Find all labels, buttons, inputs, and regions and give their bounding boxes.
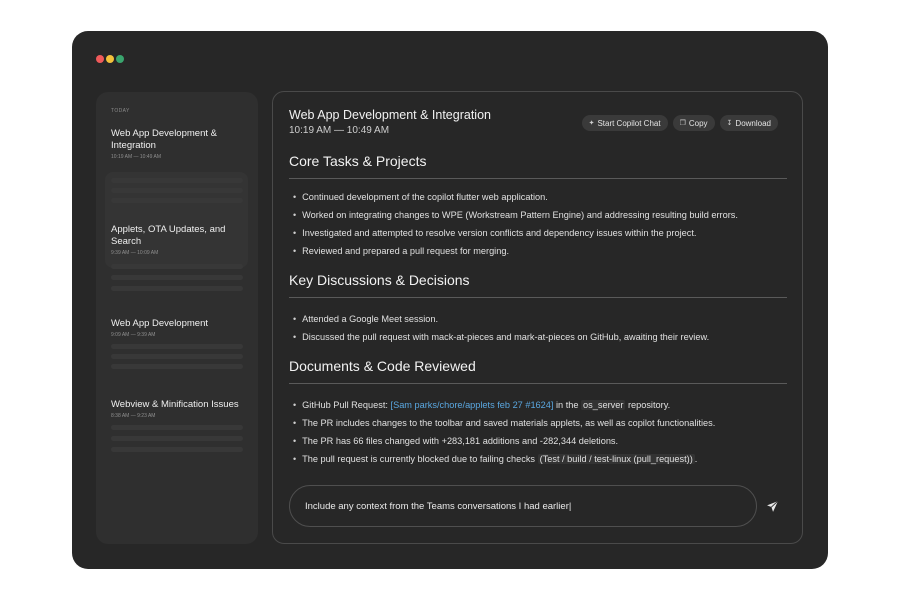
documents-list: GitHub Pull Request: [Sam parks/chore/ap… — [293, 396, 715, 468]
copy-button[interactable]: ❐ Copy — [672, 115, 715, 131]
zoom-window-button[interactable] — [116, 55, 124, 63]
section-heading-core-tasks: Core Tasks & Projects — [289, 153, 427, 169]
download-icon: ↧ — [726, 120, 733, 127]
session-title: Web App Development & Integration — [111, 128, 217, 151]
sidebar-session-2[interactable]: Applets, OTA Updates, and Search 9:39 AM… — [111, 224, 241, 256]
section-divider — [289, 297, 787, 298]
list-item: Attended a Google Meet session. — [293, 310, 709, 328]
send-button[interactable] — [763, 497, 781, 515]
send-icon — [766, 500, 778, 512]
placeholder-line — [111, 188, 243, 193]
list-item: Worked on integrating changes to WPE (Wo… — [293, 206, 738, 224]
pr-mid: in the — [553, 400, 582, 410]
placeholder-line — [111, 425, 243, 430]
list-item: The PR includes changes to the toolbar a… — [293, 414, 715, 432]
window-controls — [96, 55, 124, 63]
placeholder-line — [111, 354, 243, 359]
summary-actions: ✦ Start Copilot Chat ❐ Copy ↧ Download — [581, 115, 778, 131]
pr-suffix: repository. — [625, 400, 671, 410]
download-button[interactable]: ↧ Download — [719, 115, 778, 131]
session-title: Applets, OTA Updates, and Search — [111, 224, 226, 247]
placeholder-line — [111, 264, 243, 269]
pr-prefix: GitHub Pull Request: — [302, 400, 391, 410]
session-time: 10:19 AM — 10:49 AM — [111, 154, 162, 160]
section-heading-key-discussions: Key Discussions & Decisions — [289, 272, 470, 288]
summary-time: 10:19 AM — 10:49 AM — [289, 125, 390, 136]
pull-request-link[interactable]: [Sam parks/chore/applets feb 27 #1624] — [391, 400, 554, 410]
core-tasks-list: Continued development of the copilot flu… — [293, 188, 738, 260]
list-item: GitHub Pull Request: [Sam parks/chore/ap… — [293, 396, 715, 414]
sidebar: TODAY Web App Development & Integration … — [96, 92, 258, 544]
placeholder-line — [111, 447, 243, 452]
start-copilot-chat-label: Start Copilot Chat — [597, 118, 661, 128]
placeholder-line — [111, 178, 243, 183]
session-time: 9:39 AM — 10:09 AM — [111, 250, 159, 256]
chat-input-value: Include any context from the Teams conve… — [305, 501, 572, 512]
sidebar-session-3[interactable]: Web App Development 9:09 AM — 9:39 AM — [111, 318, 241, 338]
list-item: Reviewed and prepared a pull request for… — [293, 242, 738, 260]
copy-icon: ❐ — [679, 120, 686, 127]
session-time: 8:38 AM — 9:23 AM — [111, 413, 156, 419]
repository-name: os_server — [581, 400, 626, 410]
list-item: Investigated and attempted to resolve ve… — [293, 224, 738, 242]
session-title: Web App Development — [111, 318, 208, 329]
placeholder-line — [111, 436, 243, 441]
section-divider — [289, 383, 787, 384]
minimize-window-button[interactable] — [106, 55, 114, 63]
sidebar-section-label: TODAY — [111, 108, 130, 114]
placeholder-line — [111, 364, 243, 369]
sidebar-session-4[interactable]: Webview & Minification Issues 8:38 AM — … — [111, 399, 241, 419]
copy-label: Copy — [688, 118, 708, 128]
failing-checks: (Test / build / test-linux (pull_request… — [537, 454, 695, 464]
session-time: 9:09 AM — 9:39 AM — [111, 332, 156, 338]
placeholder-line — [111, 344, 243, 349]
list-item: Continued development of the copilot flu… — [293, 188, 738, 206]
session-title: Webview & Minification Issues — [111, 399, 239, 410]
summary-title: Web App Development & Integration — [289, 108, 491, 122]
start-copilot-chat-button[interactable]: ✦ Start Copilot Chat — [581, 115, 668, 131]
placeholder-line — [111, 286, 243, 291]
key-discussions-list: Attended a Google Meet session. Discusse… — [293, 310, 709, 346]
chat-input[interactable]: Include any context from the Teams conve… — [289, 485, 757, 527]
blocked-suffix: . — [694, 454, 698, 464]
list-item: The PR has 66 files changed with +283,18… — [293, 432, 715, 450]
placeholder-line — [111, 198, 243, 203]
section-divider — [289, 178, 787, 179]
section-heading-documents: Documents & Code Reviewed — [289, 358, 476, 374]
list-item: The pull request is currently blocked du… — [293, 450, 715, 468]
app-window: TODAY Web App Development & Integration … — [72, 31, 828, 569]
download-label: Download — [735, 118, 771, 128]
blocked-prefix: The pull request is currently blocked du… — [302, 454, 538, 464]
placeholder-line — [111, 275, 243, 280]
close-window-button[interactable] — [96, 55, 104, 63]
sidebar-session-1[interactable]: Web App Development & Integration 10:19 … — [111, 128, 241, 160]
copilot-icon: ✦ — [588, 120, 595, 127]
list-item: Discussed the pull request with mack-at-… — [293, 328, 709, 346]
summary-panel: Web App Development & Integration 10:19 … — [272, 91, 803, 544]
